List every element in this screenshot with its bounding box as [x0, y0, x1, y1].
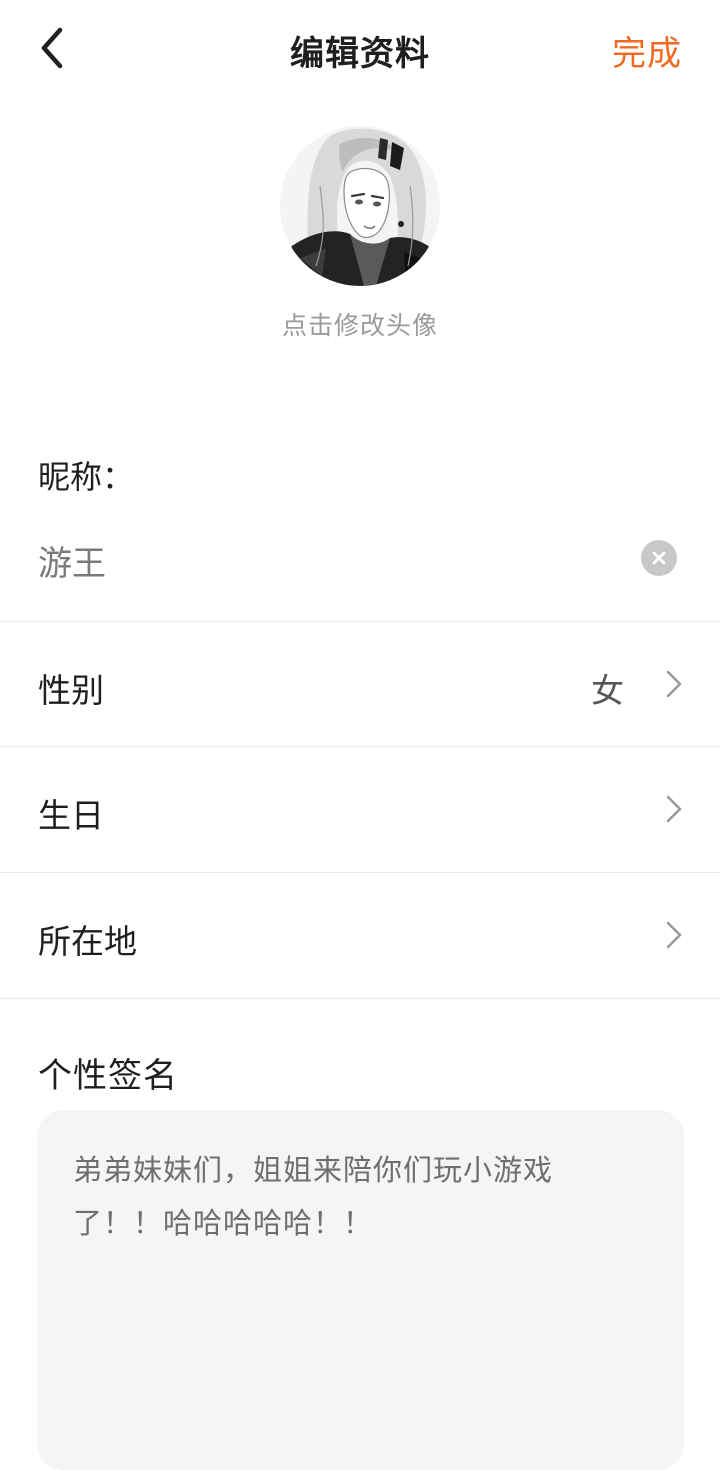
chevron-right-icon [666, 670, 682, 698]
divider [0, 998, 720, 999]
gender-label: 性别 [38, 671, 104, 710]
nickname-input[interactable] [38, 535, 598, 585]
avatar[interactable] [280, 126, 440, 286]
signature-title: 个性签名 [38, 1056, 178, 1096]
gender-value: 女 [591, 671, 624, 710]
change-avatar-hint[interactable]: 点击修改头像 [0, 306, 720, 342]
avatar-image [280, 126, 440, 286]
gender-row[interactable]: 性别 女 [0, 622, 720, 747]
clear-nickname-button[interactable] [641, 540, 677, 576]
top-navigation-bar: 编辑资料 完成 [0, 0, 720, 100]
birthday-row[interactable]: 生日 [0, 747, 720, 872]
chevron-right-icon [666, 921, 682, 949]
signature-textarea[interactable]: 弟弟妹妹们，姐姐来陪你们玩小游戏了！！哈哈哈哈哈！！ [37, 1110, 684, 1470]
clear-icon [652, 551, 666, 565]
signature-text: 弟弟妹妹们，姐姐来陪你们玩小游戏了！！哈哈哈哈哈！！ [73, 1153, 554, 1240]
done-button[interactable]: 完成 [612, 26, 682, 75]
location-row[interactable]: 所在地 [0, 873, 720, 998]
birthday-label: 生日 [38, 796, 104, 835]
nickname-label: 昵称： [38, 458, 135, 496]
location-label: 所在地 [38, 922, 137, 961]
chevron-right-icon [666, 795, 682, 823]
